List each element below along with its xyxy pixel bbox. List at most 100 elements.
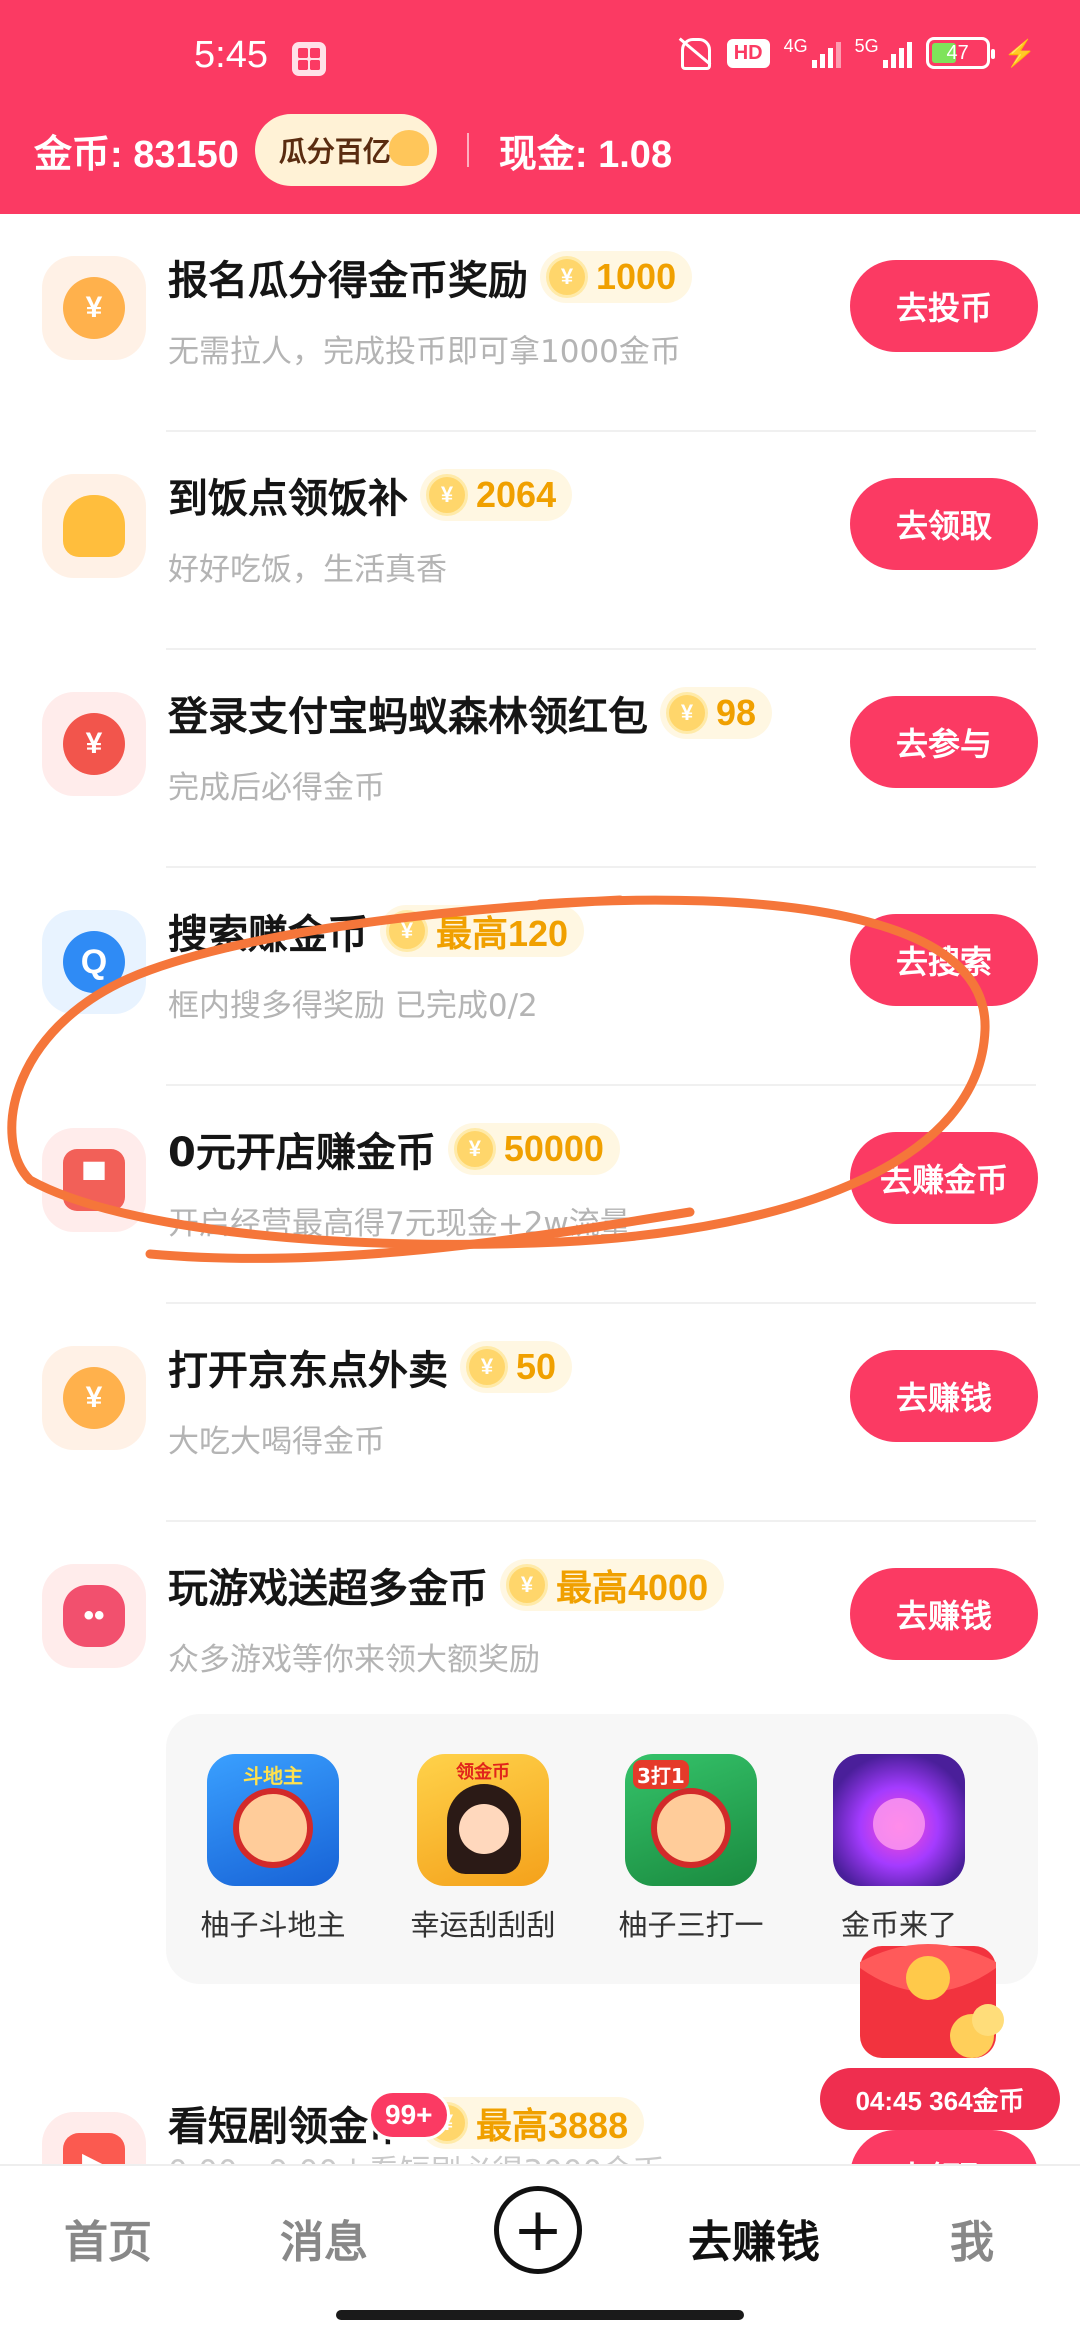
task-subtitle: 无需拉人，完成投币即可拿1000金币	[168, 334, 681, 370]
task-action-button[interactable]: 去参与	[850, 696, 1038, 788]
game-name: 柚子斗地主	[200, 1908, 346, 1942]
reward-amount: 50	[516, 1346, 557, 1387]
yuan-coin-icon: ¥	[42, 1346, 146, 1450]
nav-home[interactable]: 首页	[64, 2206, 152, 2270]
coin-icon	[466, 1346, 508, 1388]
task-title-text: 搜索赚金币	[168, 912, 368, 958]
task-action-button[interactable]: 去投币	[850, 260, 1038, 352]
coin-icon	[386, 910, 428, 952]
task-title-text: 0元开店赚金币	[168, 1130, 436, 1176]
nav-messages[interactable]: 消息	[280, 2206, 368, 2270]
task-title-text: 到饭点领饭补	[168, 476, 408, 522]
task-title: 打开京东点外卖 50	[168, 1338, 573, 1396]
reward-amount: 最高120	[436, 913, 569, 954]
signal-icon	[882, 38, 912, 68]
task-item[interactable]: Q 搜索赚金币 最高120 框内搜多得奖励 已完成0/2 去搜索	[0, 868, 1080, 1086]
task-action-button[interactable]: 去赚金币	[850, 1132, 1038, 1224]
search-icon: Q	[42, 910, 146, 1014]
divider	[466, 133, 469, 167]
task-item[interactable]: ¥ 登录支付宝蚂蚁森林领红包 98 完成后必得金币 去参与	[0, 650, 1080, 868]
gold-ingot-icon	[388, 130, 429, 166]
task-title: 搜索赚金币 最高120	[168, 902, 585, 960]
task-item[interactable]: ¥ 报名瓜分得金币奖励 1000 无需拉人，完成投币即可拿1000金币 去投币	[0, 214, 1080, 432]
reward-badge: 最高4000	[500, 1559, 725, 1611]
reward-badge: 最高120	[380, 905, 585, 957]
task-title-text: 登录支付宝蚂蚁森林领红包	[168, 694, 648, 740]
top-header: 5:45 HD 4G 5G 47 ⚡ 金币: 83150 瓜分百亿 现金: 1.…	[0, 0, 1080, 214]
game-thumbnail-doudizhu: 斗地主	[207, 1754, 339, 1886]
game-thumbnail-scratch: 领金币	[417, 1754, 549, 1886]
app-grid-icon	[292, 42, 326, 76]
game-controller-icon: ••	[42, 1564, 146, 1668]
reward-amount: 98	[716, 692, 757, 733]
task-subtitle: 众多游戏等你来领大额奖励	[168, 1642, 540, 1678]
shop-icon: ▀	[42, 1128, 146, 1232]
coin-balance[interactable]: 金币: 83150	[34, 123, 239, 178]
cash-balance[interactable]: 现金: 1.08	[499, 123, 672, 178]
reward-badge: 50	[460, 1341, 573, 1393]
task-action-button[interactable]: 去赚钱	[850, 1568, 1038, 1660]
battery-icon: 47	[925, 37, 995, 69]
coin-timer-badge[interactable]: 04:45 364金币	[820, 2068, 1060, 2130]
reward-badge: 2064	[420, 469, 573, 521]
task-item[interactable]: •• 玩游戏送超多金币 最高4000 众多游戏等你来领大额奖励 去赚钱	[0, 1522, 1080, 1722]
task-title: 玩游戏送超多金币 最高4000	[168, 1556, 725, 1614]
task-action-button[interactable]: 去搜索	[850, 914, 1038, 1006]
create-plus-button[interactable]: +	[494, 2186, 582, 2274]
coin-icon	[666, 692, 708, 734]
task-title: 报名瓜分得金币奖励 1000	[168, 248, 693, 306]
signal-icon	[811, 38, 841, 68]
coin-icon	[426, 474, 468, 516]
red-packet-float[interactable]	[842, 1916, 1012, 2076]
reward-amount: 1000	[596, 256, 677, 297]
game-name: 柚子三打一	[618, 1908, 764, 1942]
split-billion-label: 瓜分百亿	[278, 136, 391, 167]
game-tag: 斗地主	[243, 1764, 303, 1788]
nav-earn[interactable]: 去赚钱	[688, 2206, 820, 2270]
task-subtitle: 框内搜多得奖励 已完成0/2	[168, 988, 538, 1024]
reward-badge: 98	[660, 687, 773, 739]
battery-level: 47	[946, 41, 969, 64]
reward-amount: 2064	[476, 474, 557, 515]
mute-bell-icon	[673, 36, 713, 70]
game-thumbnail-sandayi: 3打1	[625, 1754, 757, 1886]
task-title-text: 玩游戏送超多金币	[168, 1566, 488, 1612]
yuan-coin-icon: ¥	[42, 256, 146, 360]
split-billion-button[interactable]: 瓜分百亿	[254, 114, 437, 186]
wallet-bar: 金币: 83150 瓜分百亿 现金: 1.08	[34, 110, 672, 190]
charging-bolt-icon: ⚡	[1003, 37, 1036, 68]
game-name: 幸运刮刮刮	[410, 1908, 556, 1942]
game-thumbnail-coins	[833, 1754, 965, 1886]
task-subtitle: 开启经营最高得7元现金+2w流量	[168, 1206, 631, 1242]
task-item[interactable]: 到饭点领饭补 2064 好好吃饭，生活真香 去领取	[0, 432, 1080, 650]
nav-me[interactable]: 我	[950, 2206, 994, 2270]
task-action-button[interactable]: 去赚钱	[850, 1350, 1038, 1442]
network-4g-label: 4G	[783, 36, 808, 56]
task-subtitle: 大吃大喝得金币	[168, 1424, 385, 1460]
hd-icon: HD	[726, 38, 770, 68]
red-packet-icon	[860, 1944, 1004, 2058]
task-title-text: 报名瓜分得金币奖励	[168, 258, 528, 304]
task-subtitle: 好好吃饭，生活真香	[168, 552, 447, 588]
game-tile[interactable]: 3打1 柚子三打一	[606, 1754, 776, 1944]
game-tile[interactable]: 斗地主 柚子斗地主	[188, 1754, 358, 1944]
status-bar: 5:45 HD 4G 5G 47 ⚡	[0, 0, 1080, 120]
task-title-text: 打开京东点外卖	[168, 1348, 448, 1394]
task-subtitle: 完成后必得金币	[168, 770, 385, 806]
coin-icon	[453, 1128, 496, 1170]
system-icons: HD 4G 5G 47 ⚡	[673, 36, 1036, 70]
reward-badge: 1000	[540, 251, 693, 303]
task-item[interactable]: ¥ 打开京东点外卖 50 大吃大喝得金币 去赚钱	[0, 1304, 1080, 1522]
game-tag: 3打1	[633, 1760, 689, 1789]
game-tile[interactable]: 领金币 幸运刮刮刮	[398, 1754, 568, 1944]
task-item[interactable]: ▀ 0元开店赚金币 50000 开启经营最高得7元现金+2w流量 去赚金币	[0, 1086, 1080, 1304]
reward-amount: 最高3888	[476, 2105, 629, 2146]
home-indicator[interactable]	[336, 2310, 744, 2320]
money-bag-icon: ¥	[42, 692, 146, 796]
reward-amount: 最高4000	[556, 1567, 709, 1608]
reward-badge: 50000	[447, 1123, 620, 1175]
task-title: 登录支付宝蚂蚁森林领红包 98	[168, 684, 773, 742]
game-tag: 领金币	[456, 1762, 510, 1783]
task-action-button[interactable]: 去领取	[850, 478, 1038, 570]
reward-amount: 50000	[503, 1128, 604, 1169]
